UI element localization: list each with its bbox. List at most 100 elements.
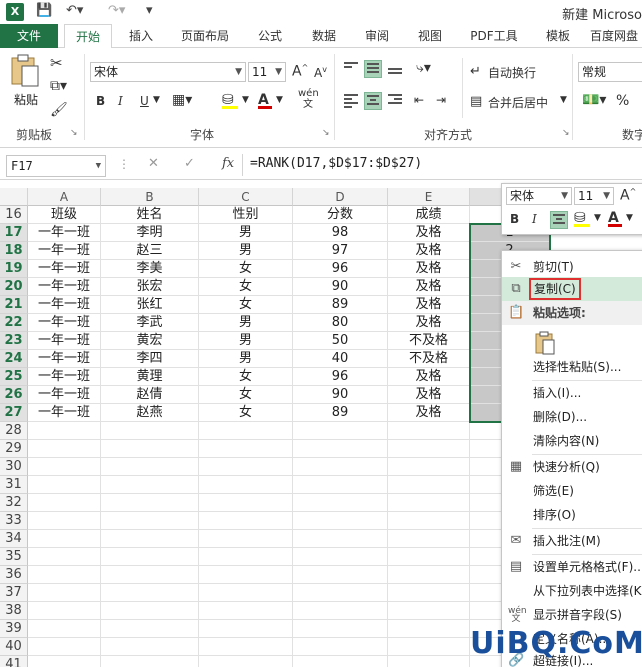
cell[interactable]: [199, 584, 293, 602]
mini-bold-button[interactable]: B: [510, 212, 519, 226]
cell[interactable]: 赵三: [101, 242, 199, 260]
cell[interactable]: [28, 494, 101, 512]
tab-file[interactable]: 文件: [0, 24, 58, 48]
clipboard-launcher-icon[interactable]: ↘: [70, 128, 78, 138]
cell[interactable]: 90: [293, 278, 388, 296]
cell[interactable]: [28, 548, 101, 566]
cell[interactable]: 分数: [293, 206, 388, 224]
cell[interactable]: 赵倩: [101, 386, 199, 404]
cell[interactable]: 一年一班: [28, 332, 101, 350]
cell[interactable]: 及格: [388, 278, 470, 296]
cell[interactable]: [199, 476, 293, 494]
cell[interactable]: [293, 476, 388, 494]
number-format-combo[interactable]: 常规: [578, 62, 642, 82]
menu-item-clear-contents[interactable]: 清除内容(N): [502, 429, 642, 453]
name-box[interactable]: F17 ▼: [6, 155, 106, 177]
cell[interactable]: 89: [293, 296, 388, 314]
cell[interactable]: [388, 584, 470, 602]
cell[interactable]: 一年一班: [28, 278, 101, 296]
cell[interactable]: [28, 458, 101, 476]
column-header[interactable]: B: [101, 188, 199, 206]
font-size-combo[interactable]: 11 ▼: [248, 62, 286, 82]
cell[interactable]: 及格: [388, 368, 470, 386]
merge-center-button[interactable]: 合并后居中: [488, 94, 548, 111]
menu-item-quick-analysis[interactable]: ▦ 快速分析(Q): [502, 455, 642, 479]
cancel-edit-button[interactable]: ✕: [148, 156, 159, 171]
menu-item-show-phonetic[interactable]: wén 文 显示拼音字段(S): [502, 603, 642, 627]
cell[interactable]: [28, 566, 101, 584]
row-header[interactable]: 17: [0, 224, 28, 242]
row-header[interactable]: 37: [0, 584, 28, 602]
cell[interactable]: [293, 656, 388, 667]
cell[interactable]: [101, 422, 199, 440]
cell[interactable]: 及格: [388, 314, 470, 332]
cell[interactable]: 及格: [388, 224, 470, 242]
cell[interactable]: [28, 584, 101, 602]
cell[interactable]: [293, 458, 388, 476]
cell[interactable]: [199, 422, 293, 440]
cell[interactable]: 一年一班: [28, 296, 101, 314]
underline-dropdown-icon[interactable]: ▼: [153, 95, 160, 105]
fill-color-icon[interactable]: ⛁: [222, 92, 238, 109]
cell[interactable]: 黄宏: [101, 332, 199, 350]
tab-baidu-netdisk[interactable]: 百度网盘: [590, 24, 642, 48]
cell[interactable]: 90: [293, 386, 388, 404]
row-header[interactable]: 28: [0, 422, 28, 440]
mini-fill-color-icon[interactable]: ⛁: [574, 210, 590, 227]
row-header[interactable]: 23: [0, 332, 28, 350]
mini-font-color-dropdown-icon[interactable]: ▼: [626, 213, 633, 223]
cell[interactable]: 一年一班: [28, 242, 101, 260]
cell[interactable]: 女: [199, 404, 293, 422]
cell[interactable]: [101, 440, 199, 458]
cell[interactable]: 不及格: [388, 332, 470, 350]
cell[interactable]: [388, 530, 470, 548]
cell[interactable]: [101, 476, 199, 494]
cell[interactable]: 男: [199, 350, 293, 368]
cell[interactable]: 40: [293, 350, 388, 368]
cell[interactable]: [388, 422, 470, 440]
row-header[interactable]: 31: [0, 476, 28, 494]
underline-button[interactable]: U: [140, 94, 149, 108]
cell[interactable]: [101, 602, 199, 620]
cell[interactable]: [293, 512, 388, 530]
column-header[interactable]: E: [388, 188, 470, 206]
shrink-font-button[interactable]: Av: [314, 65, 327, 80]
row-header[interactable]: 38: [0, 602, 28, 620]
menu-item-sort[interactable]: 排序(O): [502, 503, 642, 527]
cell[interactable]: [101, 638, 199, 656]
cut-icon[interactable]: ✂: [50, 54, 63, 72]
row-header[interactable]: 22: [0, 314, 28, 332]
cell[interactable]: [293, 422, 388, 440]
bold-button[interactable]: B: [96, 94, 105, 108]
row-header[interactable]: 36: [0, 566, 28, 584]
paste-option-icon[interactable]: [534, 331, 556, 355]
mini-grow-font-button[interactable]: A^: [620, 187, 636, 204]
cell[interactable]: 及格: [388, 296, 470, 314]
cell[interactable]: 性别: [199, 206, 293, 224]
tab-data[interactable]: 数据: [302, 24, 346, 48]
cell[interactable]: [28, 440, 101, 458]
customize-qa-icon[interactable]: ▾: [146, 3, 153, 18]
accounting-format-icon[interactable]: 💵▾: [582, 92, 606, 108]
cell[interactable]: [293, 530, 388, 548]
cell[interactable]: 姓名: [101, 206, 199, 224]
cell[interactable]: 李武: [101, 314, 199, 332]
cell[interactable]: [101, 548, 199, 566]
merge-dropdown-icon[interactable]: ▼: [560, 95, 567, 105]
borders-icon[interactable]: ▦▾: [172, 92, 192, 108]
cell[interactable]: 及格: [388, 242, 470, 260]
tab-view[interactable]: 视图: [408, 24, 452, 48]
cell[interactable]: 女: [199, 368, 293, 386]
row-header[interactable]: 39: [0, 620, 28, 638]
cell[interactable]: [388, 458, 470, 476]
cell[interactable]: [101, 512, 199, 530]
cell[interactable]: 97: [293, 242, 388, 260]
cell[interactable]: [388, 440, 470, 458]
cell[interactable]: 女: [199, 296, 293, 314]
alignment-launcher-icon[interactable]: ↘: [562, 128, 570, 138]
format-painter-icon[interactable]: 🖌: [50, 102, 68, 118]
cell[interactable]: [199, 602, 293, 620]
menu-item-cut[interactable]: ✂ 剪切(T): [502, 255, 642, 279]
cell[interactable]: 男: [199, 242, 293, 260]
cell[interactable]: [199, 458, 293, 476]
